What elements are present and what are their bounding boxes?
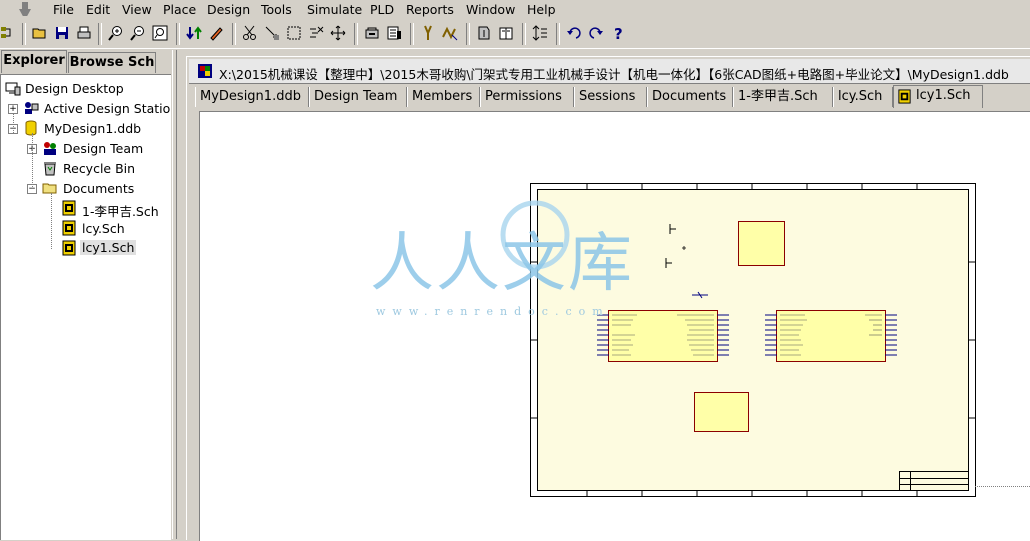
tab-permissions[interactable]: Permissions xyxy=(480,87,574,107)
menu-edit[interactable]: Edit xyxy=(86,2,110,17)
toolbar: ? xyxy=(0,20,1030,49)
open-folder-icon[interactable] xyxy=(32,25,48,41)
tree-node-desktop[interactable]: Design Desktop xyxy=(25,81,124,96)
move-icon[interactable] xyxy=(330,25,346,41)
zoom-in-icon[interactable] xyxy=(108,25,124,41)
tree-node-ddb[interactable]: MyDesign1.ddb xyxy=(44,121,141,136)
database-icon xyxy=(25,120,37,136)
active-tab-label: lcy1.Sch xyxy=(916,88,971,103)
menu-window[interactable]: Window xyxy=(466,2,515,17)
small-symbols xyxy=(665,224,686,268)
team-icon xyxy=(44,142,56,155)
menu-file[interactable]: File xyxy=(53,2,74,17)
cut-icon[interactable] xyxy=(242,25,258,41)
browse-library-icon[interactable] xyxy=(386,25,402,41)
tab-design-team[interactable]: Design Team xyxy=(309,87,407,107)
wave-icon[interactable] xyxy=(442,25,458,41)
design-manager-icon[interactable] xyxy=(0,25,16,41)
system-menu-icon[interactable] xyxy=(12,2,38,16)
schematic-file-icon xyxy=(62,240,76,256)
deselect-icon[interactable] xyxy=(308,25,324,41)
tab-lcy1-sch-active[interactable]: lcy1.Sch xyxy=(893,85,983,108)
library-icon[interactable] xyxy=(364,25,380,41)
explorer-panel: Explorer Browse Sch Design Desktop + Act… xyxy=(0,50,172,540)
title-block xyxy=(899,471,968,490)
document-title: X:\2015机械课设【整理中】\2015木哥收购\门架式专用工业机械手设计【机… xyxy=(219,67,1009,82)
document-window: X:\2015机械课设【整理中】\2015木哥收购\门架式专用工业机械手设计【机… xyxy=(186,56,1030,541)
select-rect-icon[interactable] xyxy=(286,25,302,41)
design-tree: Design Desktop + Active Design Stations … xyxy=(0,74,171,540)
station-icon xyxy=(25,102,39,114)
tab-members[interactable]: Members xyxy=(407,87,480,107)
menu-view[interactable]: View xyxy=(122,2,152,17)
align-icon[interactable] xyxy=(532,25,548,41)
watermark-logo: 人人文库 xyxy=(370,227,634,301)
tree-file-1[interactable]: 1-李甲吉.Sch xyxy=(82,201,159,220)
menu-simulate[interactable]: Simulate xyxy=(307,2,362,17)
menu-pld[interactable]: PLD xyxy=(370,2,394,17)
tab-sessions[interactable]: Sessions xyxy=(574,87,647,107)
probe-icon[interactable] xyxy=(420,25,436,41)
zoom-out-icon[interactable] xyxy=(130,25,146,41)
tree-node-recycle-bin[interactable]: Recycle Bin xyxy=(63,161,135,176)
ic-component-left[interactable] xyxy=(597,310,729,362)
connector-symbol xyxy=(692,291,708,299)
tab-lcy-sch[interactable]: lcy.Sch xyxy=(833,87,893,107)
menu-tools[interactable]: Tools xyxy=(261,2,292,17)
tree-file-2[interactable]: lcy.Sch xyxy=(82,221,125,236)
tree-node-documents[interactable]: Documents xyxy=(63,181,134,196)
block-icon[interactable] xyxy=(476,25,492,41)
document-tabs: MyDesign1.ddb Design Team Members Permis… xyxy=(195,85,1030,109)
pencil-icon[interactable] xyxy=(208,25,224,41)
paste-icon[interactable] xyxy=(264,25,280,41)
document-titlebar[interactable]: X:\2015机械课设【整理中】\2015木哥收购\门架式专用工业机械手设计【机… xyxy=(189,59,1030,84)
menu-reports[interactable]: Reports xyxy=(406,2,454,17)
schematic-file-icon xyxy=(62,200,76,216)
folder-icon xyxy=(42,183,57,194)
save-icon[interactable] xyxy=(54,25,70,41)
menu-help[interactable]: Help xyxy=(527,2,556,17)
undo-icon[interactable] xyxy=(566,25,582,41)
tab-mydesign1-ddb[interactable]: MyDesign1.ddb xyxy=(195,87,309,107)
desktop-icon xyxy=(5,82,21,96)
schematic-file-icon xyxy=(62,220,76,236)
menu-design[interactable]: Design xyxy=(207,2,250,17)
tab-browse-sch[interactable]: Browse Sch xyxy=(68,52,156,73)
hierarchy-icon[interactable] xyxy=(186,25,202,41)
tree-file-3-selected[interactable]: lcy1.Sch xyxy=(80,240,137,255)
schematic-file-icon xyxy=(898,89,911,104)
redo-icon[interactable] xyxy=(588,25,604,41)
print-icon[interactable] xyxy=(76,25,92,41)
tab-file-1-sch[interactable]: 1-李甲吉.Sch xyxy=(733,87,833,107)
panel-splitter[interactable] xyxy=(172,50,183,539)
zoom-fit-icon[interactable] xyxy=(152,25,168,41)
svg-text:?: ? xyxy=(614,25,623,41)
tab-documents[interactable]: Documents xyxy=(647,87,733,107)
menu-bar: File Edit View Place Design Tools Simula… xyxy=(0,0,1030,20)
book-icon[interactable] xyxy=(498,25,514,41)
ic-component-right[interactable] xyxy=(765,310,897,362)
schematic-component[interactable] xyxy=(694,392,749,432)
tree-node-active-stations[interactable]: Active Design Stations xyxy=(44,101,171,116)
schematic-component[interactable] xyxy=(738,221,785,266)
tree-node-design-team[interactable]: Design Team xyxy=(63,141,143,156)
schematic-canvas[interactable]: 人人文库 www.renrendoc.com xyxy=(199,111,1030,541)
menu-place[interactable]: Place xyxy=(163,2,196,17)
watermark-url: www.renrendoc.com xyxy=(376,305,610,318)
help-icon[interactable]: ? xyxy=(610,25,626,41)
recycle-bin-icon xyxy=(44,162,56,176)
document-icon xyxy=(198,64,212,78)
tab-explorer[interactable]: Explorer xyxy=(1,50,67,73)
